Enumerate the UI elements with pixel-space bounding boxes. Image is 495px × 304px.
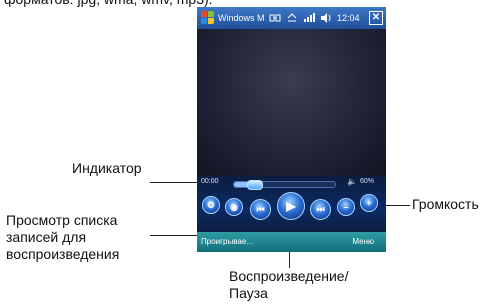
softkey-bar: Проигрывае... Меню <box>197 232 386 252</box>
speaker-icon[interactable] <box>319 11 333 25</box>
volume-percent: 60% <box>360 178 375 185</box>
app-title: Windows M <box>218 13 265 23</box>
volume-leader-line <box>382 205 410 206</box>
indicator-caption: Индикатор <box>72 160 142 176</box>
progress-handle[interactable] <box>247 180 264 190</box>
play-pause-button[interactable]: ▶ <box>277 192 305 220</box>
playlist-softkey[interactable]: Проигрывае... <box>201 237 253 246</box>
previous-track-button[interactable]: ⏮ <box>250 199 271 220</box>
volume-up-button[interactable]: + <box>360 194 378 212</box>
globe-button[interactable]: ◉ <box>225 198 243 216</box>
signal-icon[interactable] <box>302 11 316 25</box>
clock[interactable]: 12:04 <box>337 13 360 23</box>
next-track-button[interactable]: ⏭ <box>310 199 331 220</box>
play-pause-caption: Воспроизведение/ Пауза <box>229 268 349 301</box>
playlist-caption: Просмотр списка записей для воспроизведе… <box>6 212 120 262</box>
windows-start-icon[interactable] <box>201 11 215 25</box>
pocketpc-screen: Windows M 12:04 ✕ 00:00 🔈 60% ⚙ ◉ ⏮ ▶ ⏭ … <box>197 7 386 252</box>
elapsed-time: 00:00 <box>201 178 219 185</box>
connectivity-icon[interactable] <box>268 11 282 25</box>
sync-icon[interactable] <box>285 11 299 25</box>
player-controls: 00:00 🔈 60% ⚙ ◉ ⏮ ▶ ⏭ – + <box>197 176 386 232</box>
progress-indicator[interactable] <box>233 180 336 190</box>
menu-softkey[interactable]: Меню <box>352 237 374 246</box>
video-area <box>197 29 386 176</box>
close-button[interactable]: ✕ <box>369 11 383 25</box>
volume-caption: Громкость <box>412 196 479 212</box>
playlist-leader-line <box>150 235 202 236</box>
title-bar: Windows M 12:04 ✕ <box>197 7 386 29</box>
top-caption: форматов: jpg, wma, wmv, mp3). <box>4 0 213 8</box>
volume-speaker-icon: 🔈 <box>347 177 357 186</box>
options-button[interactable]: ⚙ <box>202 196 220 214</box>
volume-down-button[interactable]: – <box>337 198 355 216</box>
